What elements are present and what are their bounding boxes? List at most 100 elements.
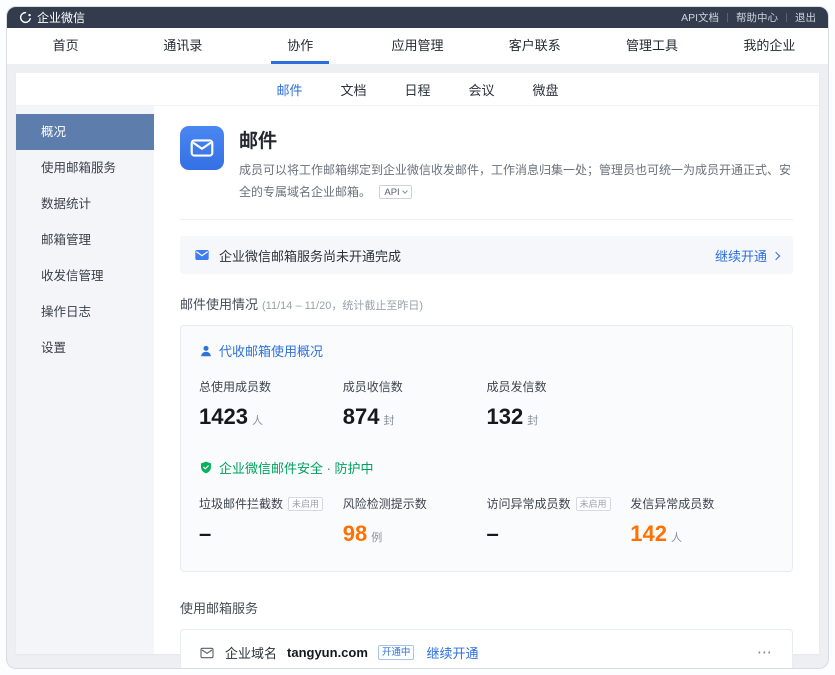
sidebar-item-overview[interactable]: 概况 xyxy=(16,114,154,150)
wecom-logo-icon xyxy=(19,11,32,24)
collect-section-title: 代收邮箱使用概况 xyxy=(219,341,323,360)
security-section-title: 企业微信邮件安全 · 防护中 xyxy=(219,458,374,477)
content: 概况 使用邮箱服务 数据统计 邮箱管理 收发信管理 操作日志 设置 xyxy=(16,106,819,654)
sub-nav: 邮件 文档 日程 会议 微盘 xyxy=(16,73,819,106)
stat-label: 访问异常成员数 xyxy=(487,495,571,512)
stat-label: 总使用成员数 xyxy=(199,378,271,395)
stat-value: 1423 xyxy=(199,404,248,430)
domain-name: tangyun.com xyxy=(287,645,368,660)
collect-section-header: 代收邮箱使用概况 xyxy=(199,341,774,360)
notice-text: 企业微信邮箱服务尚未开通完成 xyxy=(219,246,401,265)
stat-risk-alerts: 风险检测提示数 98例 xyxy=(343,495,487,547)
chevron-down-icon xyxy=(402,188,408,194)
divider xyxy=(786,13,787,22)
continue-setup-label: 继续开通 xyxy=(715,246,767,265)
nav-customer[interactable]: 客户联系 xyxy=(476,28,593,64)
sidebar-item-mailbox-management[interactable]: 邮箱管理 xyxy=(16,222,154,258)
usage-section-header: 邮件使用情况 (11/14 – 11/20，统计截止至昨日) xyxy=(180,294,793,313)
divider xyxy=(180,219,793,220)
stat-label: 发信异常成员数 xyxy=(630,495,714,512)
panel: 邮件 文档 日程 会议 微盘 概况 使用邮箱服务 数据统计 邮箱管理 收发信管理… xyxy=(16,73,819,654)
api-dropdown-label: API xyxy=(384,184,399,201)
page-header-text: 邮件 成员可以将工作邮箱绑定到企业微信收发邮件，工作消息归集一处；管理员也可统一… xyxy=(239,126,793,203)
stat-label: 成员收信数 xyxy=(343,378,403,395)
sidebar-item-send-receive[interactable]: 收发信管理 xyxy=(16,258,154,294)
topbar-links: API文档 帮助中心 退出 xyxy=(681,10,816,25)
stat-value: 874 xyxy=(343,404,380,430)
stat-label: 风险检测提示数 xyxy=(343,495,427,512)
continue-setup-link[interactable]: 继续开通 xyxy=(715,246,779,265)
setup-notice-bar: 企业微信邮箱服务尚未开通完成 继续开通 xyxy=(180,236,793,274)
stat-label: 成员发信数 xyxy=(487,378,547,395)
status-badge: 开通中 xyxy=(378,645,415,660)
stat-value: – xyxy=(487,521,499,547)
app-window: 企业微信 API文档 帮助中心 退出 首页 通讯录 协作 应用管理 客户联系 管… xyxy=(6,6,829,669)
workspace: 邮件 文档 日程 会议 微盘 概况 使用邮箱服务 数据统计 邮箱管理 收发信管理… xyxy=(7,65,828,668)
sidebar-item-statistics[interactable]: 数据统计 xyxy=(16,186,154,222)
stat-unit: 人 xyxy=(671,529,682,545)
brand[interactable]: 企业微信 xyxy=(19,9,85,26)
stat-received: 成员收信数 874封 xyxy=(343,378,487,430)
stat-unit: 例 xyxy=(371,529,382,545)
stat-value: 132 xyxy=(487,404,524,430)
subnav-drive[interactable]: 微盘 xyxy=(533,80,559,99)
domain-label: 企业域名 xyxy=(225,643,277,662)
security-stats: 垃圾邮件拦截数 未启用 – 风险检测提示数 98例 xyxy=(199,495,774,547)
security-section-header: 企业微信邮件安全 · 防护中 xyxy=(199,458,774,477)
sidebar-item-logs[interactable]: 操作日志 xyxy=(16,294,154,330)
help-center-link[interactable]: 帮助中心 xyxy=(736,10,778,25)
mail-icon xyxy=(194,247,210,263)
stat-unit: 人 xyxy=(252,412,263,428)
brand-name: 企业微信 xyxy=(37,9,85,26)
collect-stats: 总使用成员数 1423人 成员收信数 874封 成员发信数 132封 xyxy=(199,378,774,430)
service-section-header: 使用邮箱服务 xyxy=(180,598,793,617)
nav-company[interactable]: 我的企业 xyxy=(711,28,828,64)
domain-row: 企业域名 tangyun.com 开通中 继续开通 ⋯ xyxy=(180,629,793,669)
subnav-meeting[interactable]: 会议 xyxy=(469,80,495,99)
stat-unit: 封 xyxy=(383,412,394,428)
stat-unit: 封 xyxy=(527,412,538,428)
sidebar-item-mail-service[interactable]: 使用邮箱服务 xyxy=(16,150,154,186)
envelope-icon xyxy=(199,645,215,661)
chevron-right-icon xyxy=(772,251,780,259)
stat-sent: 成员发信数 132封 xyxy=(487,378,631,430)
person-icon xyxy=(199,344,213,358)
page-title: 邮件 xyxy=(239,126,793,153)
api-docs-link[interactable]: API文档 xyxy=(681,10,719,25)
nav-apps[interactable]: 应用管理 xyxy=(359,28,476,64)
nav-tools[interactable]: 管理工具 xyxy=(593,28,710,64)
divider xyxy=(727,13,728,22)
shield-icon xyxy=(199,460,213,475)
stat-total-members: 总使用成员数 1423人 xyxy=(199,378,343,430)
disabled-badge: 未启用 xyxy=(576,497,611,511)
stats-card: 代收邮箱使用概况 总使用成员数 1423人 成员收信数 874封 xyxy=(180,325,793,572)
main-content: 邮件 成员可以将工作邮箱绑定到企业微信收发邮件，工作消息归集一处；管理员也可统一… xyxy=(154,106,819,654)
nav-contacts[interactable]: 通讯录 xyxy=(124,28,241,64)
usage-period: (11/14 – 11/20，统计截止至昨日) xyxy=(262,297,423,313)
subnav-mail[interactable]: 邮件 xyxy=(276,80,302,99)
disabled-badge: 未启用 xyxy=(288,497,323,511)
stat-value: – xyxy=(199,521,211,547)
service-section-title: 使用邮箱服务 xyxy=(180,598,258,617)
nav-collaboration[interactable]: 协作 xyxy=(242,28,359,64)
stat-abnormal-access: 访问异常成员数 未启用 – xyxy=(487,495,631,547)
logout-link[interactable]: 退出 xyxy=(795,10,816,25)
usage-section-title: 邮件使用情况 xyxy=(180,294,258,313)
stat-abnormal-senders: 发信异常成员数 142人 xyxy=(630,495,774,547)
api-dropdown-button[interactable]: API xyxy=(379,185,411,199)
stat-value: 98 xyxy=(343,521,367,547)
nav-home[interactable]: 首页 xyxy=(7,28,124,64)
mail-app-icon xyxy=(180,126,224,170)
stat-spam-intercepted: 垃圾邮件拦截数 未启用 – xyxy=(199,495,343,547)
subnav-docs[interactable]: 文档 xyxy=(340,80,366,99)
sidebar: 概况 使用邮箱服务 数据统计 邮箱管理 收发信管理 操作日志 设置 xyxy=(16,106,154,654)
page-description: 成员可以将工作邮箱绑定到企业微信收发邮件，工作消息归集一处；管理员也可统一为成员… xyxy=(239,160,793,203)
description-text: 成员可以将工作邮箱绑定到企业微信收发邮件，工作消息归集一处；管理员也可统一为成员… xyxy=(239,163,791,199)
domain-continue-link[interactable]: 继续开通 xyxy=(426,643,478,662)
more-button[interactable]: ⋯ xyxy=(757,645,774,660)
sidebar-item-settings[interactable]: 设置 xyxy=(16,330,154,366)
stat-value: 142 xyxy=(630,521,667,547)
subnav-schedule[interactable]: 日程 xyxy=(404,80,430,99)
topbar: 企业微信 API文档 帮助中心 退出 xyxy=(7,7,828,28)
stat-label: 垃圾邮件拦截数 xyxy=(199,495,283,512)
